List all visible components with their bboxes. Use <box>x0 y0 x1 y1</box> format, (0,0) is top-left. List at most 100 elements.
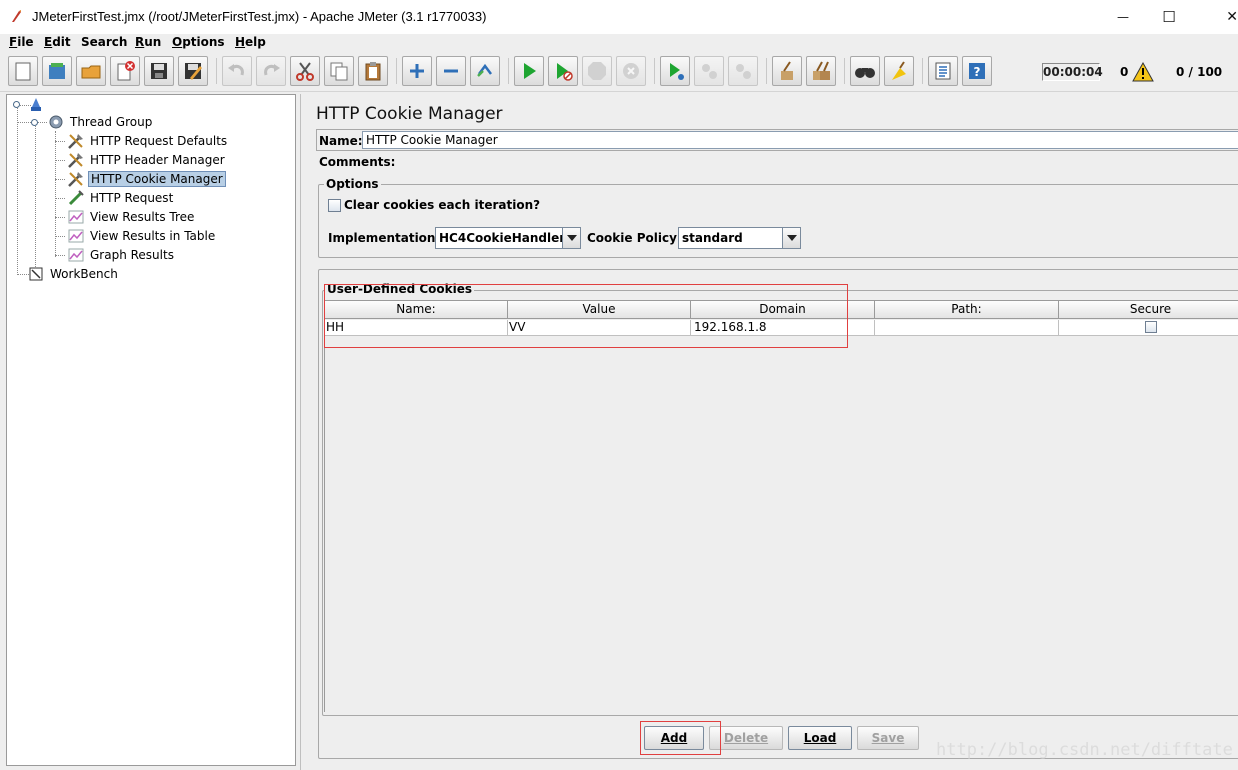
toolbar-separator <box>922 58 923 84</box>
minimize-button[interactable]: — <box>1100 0 1146 34</box>
templates-button[interactable] <box>42 56 72 86</box>
clear-all-button[interactable] <box>806 56 836 86</box>
tree-node-label: View Results Tree <box>90 210 195 224</box>
tree-node-http-cookie-manager[interactable]: HTTP Cookie Manager <box>67 170 226 188</box>
name-label: Name: <box>319 134 363 148</box>
clear-icon <box>781 61 793 80</box>
column-header-secure[interactable]: Secure <box>1059 301 1238 319</box>
clear-cookies-checkbox[interactable] <box>328 199 341 212</box>
cell-domain[interactable]: 192.168.1.8 <box>691 320 875 336</box>
reset-search-icon <box>892 61 906 80</box>
column-header-path[interactable]: Path: <box>875 301 1059 319</box>
remote-start-icon <box>670 63 684 80</box>
search-button[interactable] <box>850 56 880 86</box>
paste-button[interactable] <box>358 56 388 86</box>
menu-search[interactable]: Search <box>81 35 127 49</box>
chevron-down-icon <box>562 228 580 248</box>
redo-button[interactable] <box>256 56 286 86</box>
tree-node-thread-group[interactable]: Thread Group <box>47 113 154 131</box>
menu-file[interactable]: File <box>9 35 34 49</box>
cookie-policy-select[interactable]: standard <box>678 227 801 249</box>
open-icon <box>81 65 101 79</box>
save-button[interactable] <box>144 56 174 86</box>
menu-bar: File Edit Search Run Options Help <box>0 34 1238 52</box>
open-button[interactable] <box>76 56 106 86</box>
cell-path[interactable] <box>875 320 1059 336</box>
warning-icon[interactable] <box>1132 62 1154 82</box>
start-no-pauses-icon <box>557 63 573 81</box>
tree-node-test-plan[interactable] <box>27 96 48 114</box>
new-button[interactable] <box>8 56 38 86</box>
close-file-button[interactable] <box>110 56 140 86</box>
comments-field[interactable] <box>390 154 1238 170</box>
toolbar-separator <box>216 58 217 84</box>
menu-edit[interactable]: Edit <box>44 35 71 49</box>
tree-node-view-results-in-table[interactable]: View Results in Table <box>67 227 217 245</box>
shutdown-button[interactable] <box>616 56 646 86</box>
cell-secure[interactable] <box>1059 320 1238 336</box>
tree-node-http-header-manager[interactable]: HTTP Header Manager <box>67 151 227 169</box>
help-button[interactable]: ? <box>962 56 992 86</box>
pipette-icon <box>67 189 85 207</box>
column-header-name[interactable]: Name: <box>325 301 508 319</box>
stop-icon <box>588 62 606 80</box>
close-file-icon <box>117 61 135 81</box>
remote-stop-button[interactable] <box>694 56 724 86</box>
column-header-value[interactable]: Value <box>508 301 691 319</box>
start-icon <box>524 63 536 79</box>
start-no-pauses-button[interactable] <box>548 56 578 86</box>
tree-node-graph-results[interactable]: Graph Results <box>67 246 176 264</box>
tree-node-http-request[interactable]: HTTP Request <box>67 189 175 207</box>
tree-expand-handle[interactable] <box>13 101 20 108</box>
load-button[interactable]: Load <box>788 726 852 750</box>
tree-node-workbench[interactable]: WorkBench <box>27 265 120 283</box>
expand-all-button[interactable] <box>402 56 432 86</box>
cookie-policy-label: Cookie Policy: <box>587 231 682 245</box>
save-icon <box>151 63 167 79</box>
tree-node-label: HTTP Request <box>90 191 174 205</box>
implementation-select[interactable]: HC4CookieHandler <box>435 227 581 249</box>
undo-icon <box>228 64 244 76</box>
cut-button[interactable] <box>290 56 320 86</box>
reset-search-button[interactable] <box>884 56 914 86</box>
tree-node-http-request-defaults[interactable]: HTTP Request Defaults <box>67 132 229 150</box>
split-pane-divider[interactable] <box>296 94 306 770</box>
title-bar: JMeterFirstTest.jmx (/root/JMeterFirstTe… <box>0 0 1238 34</box>
shutdown-icon <box>623 63 639 79</box>
tree-expand-handle[interactable] <box>31 119 38 126</box>
stop-button[interactable] <box>582 56 612 86</box>
add-button[interactable]: Add <box>644 726 704 750</box>
menu-help[interactable]: Help <box>235 35 266 49</box>
function-helper-button[interactable] <box>928 56 958 86</box>
delete-button[interactable]: Delete <box>709 726 783 750</box>
secure-checkbox[interactable] <box>1145 321 1157 333</box>
undo-button[interactable] <box>222 56 252 86</box>
save-cookies-button[interactable]: Save <box>857 726 919 750</box>
clear-cookies-label: Clear cookies each iteration? <box>344 198 541 212</box>
column-header-domain[interactable]: Domain <box>691 301 875 319</box>
cell-value[interactable]: VV <box>508 320 691 336</box>
collapse-all-button[interactable] <box>436 56 466 86</box>
cell-name[interactable]: HH <box>325 320 508 336</box>
toggle-button[interactable] <box>470 56 500 86</box>
tree-node-view-results-tree[interactable]: View Results Tree <box>67 208 196 226</box>
start-button[interactable] <box>514 56 544 86</box>
menu-options[interactable]: Options <box>172 35 225 49</box>
remote-shutdown-button[interactable] <box>728 56 758 86</box>
elapsed-timer: 00:00:04 <box>1042 63 1103 81</box>
maximize-button[interactable]: ☐ <box>1146 0 1192 34</box>
copy-icon <box>330 62 348 81</box>
save-as-icon <box>185 63 202 80</box>
tree-node-label: WorkBench <box>50 267 118 281</box>
tree-node-label: Graph Results <box>90 248 174 262</box>
close-window-button[interactable]: ✕ <box>1196 0 1238 34</box>
remote-start-button[interactable] <box>660 56 690 86</box>
wrench-icon <box>67 170 85 188</box>
menu-run[interactable]: Run <box>135 35 161 49</box>
save-as-button[interactable] <box>178 56 208 86</box>
clear-button[interactable] <box>772 56 802 86</box>
graph-icon <box>67 208 85 226</box>
tree-connector <box>17 103 18 275</box>
copy-button[interactable] <box>324 56 354 86</box>
name-field[interactable]: HTTP Cookie Manager <box>362 131 1238 149</box>
